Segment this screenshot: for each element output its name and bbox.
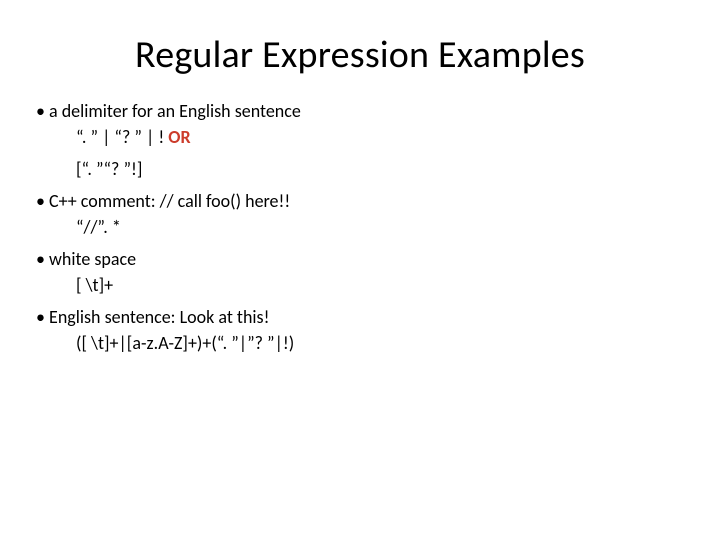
bullet-text: • English sentence: Look at this! <box>36 306 269 328</box>
regex-text: “. ” | “? ” | ! <box>76 126 168 148</box>
bullet-text: • C++ comment: // call foo() here!! <box>36 190 290 212</box>
bullet-cpp-comment: • C++ comment: // call foo() here!! <box>36 190 684 212</box>
regex-text: [“. ”“? ”!] <box>76 158 142 180</box>
regex-text: [ \t]+ <box>76 274 113 296</box>
or-label: OR <box>168 126 190 148</box>
slide-title: Regular Expression Examples <box>36 32 684 78</box>
sub-delimiter-2: [“. ”“? ”!] <box>76 158 684 180</box>
bullet-whitespace: • white space <box>36 248 684 270</box>
sub-english-sentence: ([ \t]+|[a-z.A-Z]+)+(“. ”|”? ”|!) <box>76 332 684 354</box>
regex-text: ([ \t]+|[a-z.A-Z]+)+(“. ”|”? ”|!) <box>76 332 294 354</box>
regex-text: “//”. * <box>76 216 121 238</box>
slide: Regular Expression Examples • a delimite… <box>0 0 720 540</box>
bullet-text: • white space <box>36 248 136 270</box>
bullet-english-sentence: • English sentence: Look at this! <box>36 306 684 328</box>
sub-delimiter-1: “. ” | “? ” | ! OR <box>76 126 684 148</box>
bullet-text: • a delimiter for an English sentence <box>36 100 301 122</box>
bullet-delimiter: • a delimiter for an English sentence <box>36 100 684 122</box>
sub-whitespace: [ \t]+ <box>76 274 684 296</box>
sub-cpp-comment: “//”. * <box>76 216 684 238</box>
